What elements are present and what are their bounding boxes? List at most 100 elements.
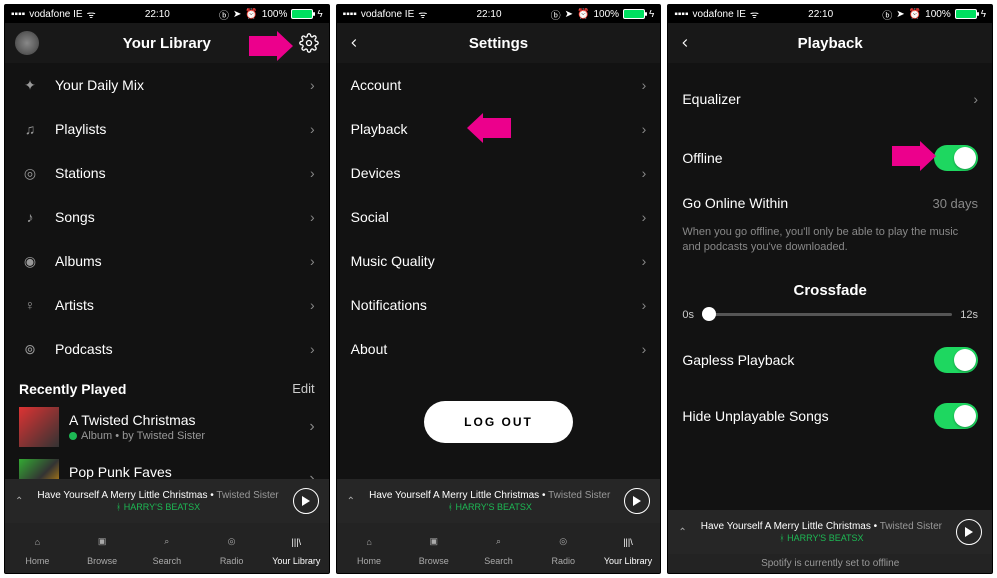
back-button[interactable] xyxy=(678,36,692,50)
now-playing-bar[interactable]: ⌃ Have Yourself A Merry Little Christmas… xyxy=(668,510,992,554)
tab-browse[interactable]: ▣Browse xyxy=(70,523,135,573)
tab-radio[interactable]: ◎Radio xyxy=(199,523,264,573)
go-online-row[interactable]: Go Online Within30 days xyxy=(668,181,992,225)
tab-your-library[interactable]: |||\Your Library xyxy=(596,523,661,573)
charging-icon: ϟ xyxy=(317,9,322,20)
tab-radio[interactable]: ◎Radio xyxy=(531,523,596,573)
wifi-icon: ᯤ xyxy=(87,7,96,21)
settings-item-devices[interactable]: Devices› xyxy=(337,151,661,195)
slider-thumb[interactable] xyxy=(702,307,716,321)
alarm-icon: ⏰ xyxy=(245,9,257,20)
chevron-right-icon: › xyxy=(310,121,315,137)
logout-button[interactable]: LOG OUT xyxy=(424,401,573,443)
now-playing-bar[interactable]: ⌃ Have Yourself A Merry Little Christmas… xyxy=(5,479,329,523)
chevron-right-icon: › xyxy=(310,209,315,225)
edit-button[interactable]: Edit xyxy=(292,381,314,397)
chevron-right-icon: › xyxy=(310,297,315,313)
library-item-playlists[interactable]: ♫Playlists› xyxy=(5,107,329,151)
library-item-songs[interactable]: ♪Songs› xyxy=(5,195,329,239)
chevron-right-icon: › xyxy=(973,91,978,107)
section-header: Recently PlayedEdit xyxy=(5,371,329,401)
library-item-stations[interactable]: ◎Stations› xyxy=(5,151,329,195)
library-item-label: Stations xyxy=(55,165,106,181)
settings-item-label: Account xyxy=(351,77,402,93)
tab-label: Search xyxy=(153,556,182,566)
avatar[interactable] xyxy=(15,31,39,55)
back-button[interactable] xyxy=(347,36,361,50)
tab-search[interactable]: ⌕Search xyxy=(134,523,199,573)
crossfade-slider[interactable] xyxy=(702,313,952,316)
settings-item-playback[interactable]: Playback› xyxy=(337,107,661,151)
library-item-label: Podcasts xyxy=(55,341,113,357)
offline-row: Offline xyxy=(668,135,992,181)
tab-bar: ⌂Home ▣Browse ⌕Search ◎Radio |||\Your Li… xyxy=(5,523,329,573)
settings-item-account[interactable]: Account › xyxy=(337,63,661,107)
np-artist: Twisted Sister xyxy=(880,521,942,532)
go-online-value: 30 days xyxy=(932,196,978,211)
recent-item[interactable]: Pop Punk FavesPlaylist› xyxy=(5,453,329,479)
library-item-artists[interactable]: ♀Artists› xyxy=(5,283,329,327)
tab-home[interactable]: ⌂Home xyxy=(337,523,402,573)
settings-button[interactable] xyxy=(299,33,319,53)
settings-item-social[interactable]: Social› xyxy=(337,195,661,239)
equalizer-row[interactable]: Equalizer › xyxy=(668,77,992,121)
signal-icon: ▪▪▪▪ xyxy=(343,9,357,20)
screen-library: ▪▪▪▪vodafone IEᯤ 22:10 ⓑ➤⏰100%ϟ Your Lib… xyxy=(4,4,330,574)
now-playing-bar[interactable]: ⌃ Have Yourself A Merry Little Christmas… xyxy=(337,479,661,523)
status-bar: ▪▪▪▪vodafone IEᯤ 22:10 ⓑ➤⏰100%ϟ xyxy=(668,5,992,23)
settings-list[interactable]: Account › Playback› Devices› Social› Musi… xyxy=(337,63,661,479)
alarm-icon: ⏰ xyxy=(909,9,921,20)
charging-icon: ϟ xyxy=(649,9,654,20)
carrier-label: vodafone IE xyxy=(29,9,82,20)
chevron-right-icon: › xyxy=(309,418,314,436)
tab-label: Search xyxy=(484,556,513,566)
gapless-row: Gapless Playback xyxy=(668,337,992,383)
tab-search[interactable]: ⌕Search xyxy=(466,523,531,573)
note-icon: ♫ xyxy=(19,118,41,140)
tab-label: Radio xyxy=(551,556,575,566)
library-icon: |||\ xyxy=(617,531,639,553)
annotation-arrow xyxy=(892,141,936,171)
playback-settings-list[interactable]: Equalizer › Offline Go Online Within30 da… xyxy=(668,63,992,510)
screen-playback: ▪▪▪▪vodafone IEᯤ 22:10 ⓑ➤⏰100%ϟ Playback… xyxy=(667,4,993,574)
play-button[interactable] xyxy=(956,519,982,545)
tab-label: Home xyxy=(357,556,381,566)
artists-icon: ♀ xyxy=(19,294,41,316)
location-icon: ➤ xyxy=(896,9,904,20)
content: Account › Playback› Devices› Social› Musi… xyxy=(337,63,661,479)
chevron-up-icon[interactable]: ⌃ xyxy=(347,496,355,507)
settings-item-notifications[interactable]: Notifications› xyxy=(337,283,661,327)
gapless-toggle[interactable] xyxy=(934,347,978,373)
signal-icon: ▪▪▪▪ xyxy=(674,9,688,20)
chevron-right-icon: › xyxy=(309,470,314,479)
hide-unplayable-toggle[interactable] xyxy=(934,403,978,429)
gapless-label: Gapless Playback xyxy=(682,352,794,368)
chevron-up-icon[interactable]: ⌃ xyxy=(678,527,686,538)
home-icon: ⌂ xyxy=(26,531,48,553)
chevron-right-icon: › xyxy=(310,165,315,181)
equalizer-label: Equalizer xyxy=(682,91,740,107)
offline-toggle[interactable] xyxy=(934,145,978,171)
np-device: HARRY'S BEATSX xyxy=(455,502,531,512)
tab-browse[interactable]: ▣Browse xyxy=(401,523,466,573)
chevron-right-icon: › xyxy=(642,77,647,93)
library-item-podcasts[interactable]: ⊚Podcasts› xyxy=(5,327,329,371)
library-list[interactable]: ✦Your Daily Mix› ♫Playlists› ◎Stations› … xyxy=(5,63,329,479)
recent-item[interactable]: A Twisted ChristmasAlbum • by Twisted Si… xyxy=(5,401,329,453)
annotation-arrow xyxy=(467,113,511,143)
library-item-albums[interactable]: ◉Albums› xyxy=(5,239,329,283)
tab-bar: ⌂Home ▣Browse ⌕Search ◎Radio |||\Your Li… xyxy=(337,523,661,573)
settings-item-music-quality[interactable]: Music Quality› xyxy=(337,239,661,283)
wifi-icon: ᯤ xyxy=(750,7,759,21)
library-item-daily-mix[interactable]: ✦Your Daily Mix› xyxy=(5,63,329,107)
settings-item-about[interactable]: About› xyxy=(337,327,661,371)
tab-home[interactable]: ⌂Home xyxy=(5,523,70,573)
charging-icon: ϟ xyxy=(981,9,986,20)
location-icon: ➤ xyxy=(233,9,241,20)
tab-label: Browse xyxy=(87,556,117,566)
play-button[interactable] xyxy=(624,488,650,514)
carrier-label: vodafone IE xyxy=(693,9,746,20)
chevron-up-icon[interactable]: ⌃ xyxy=(15,496,23,507)
tab-your-library[interactable]: |||\Your Library xyxy=(264,523,329,573)
play-button[interactable] xyxy=(293,488,319,514)
